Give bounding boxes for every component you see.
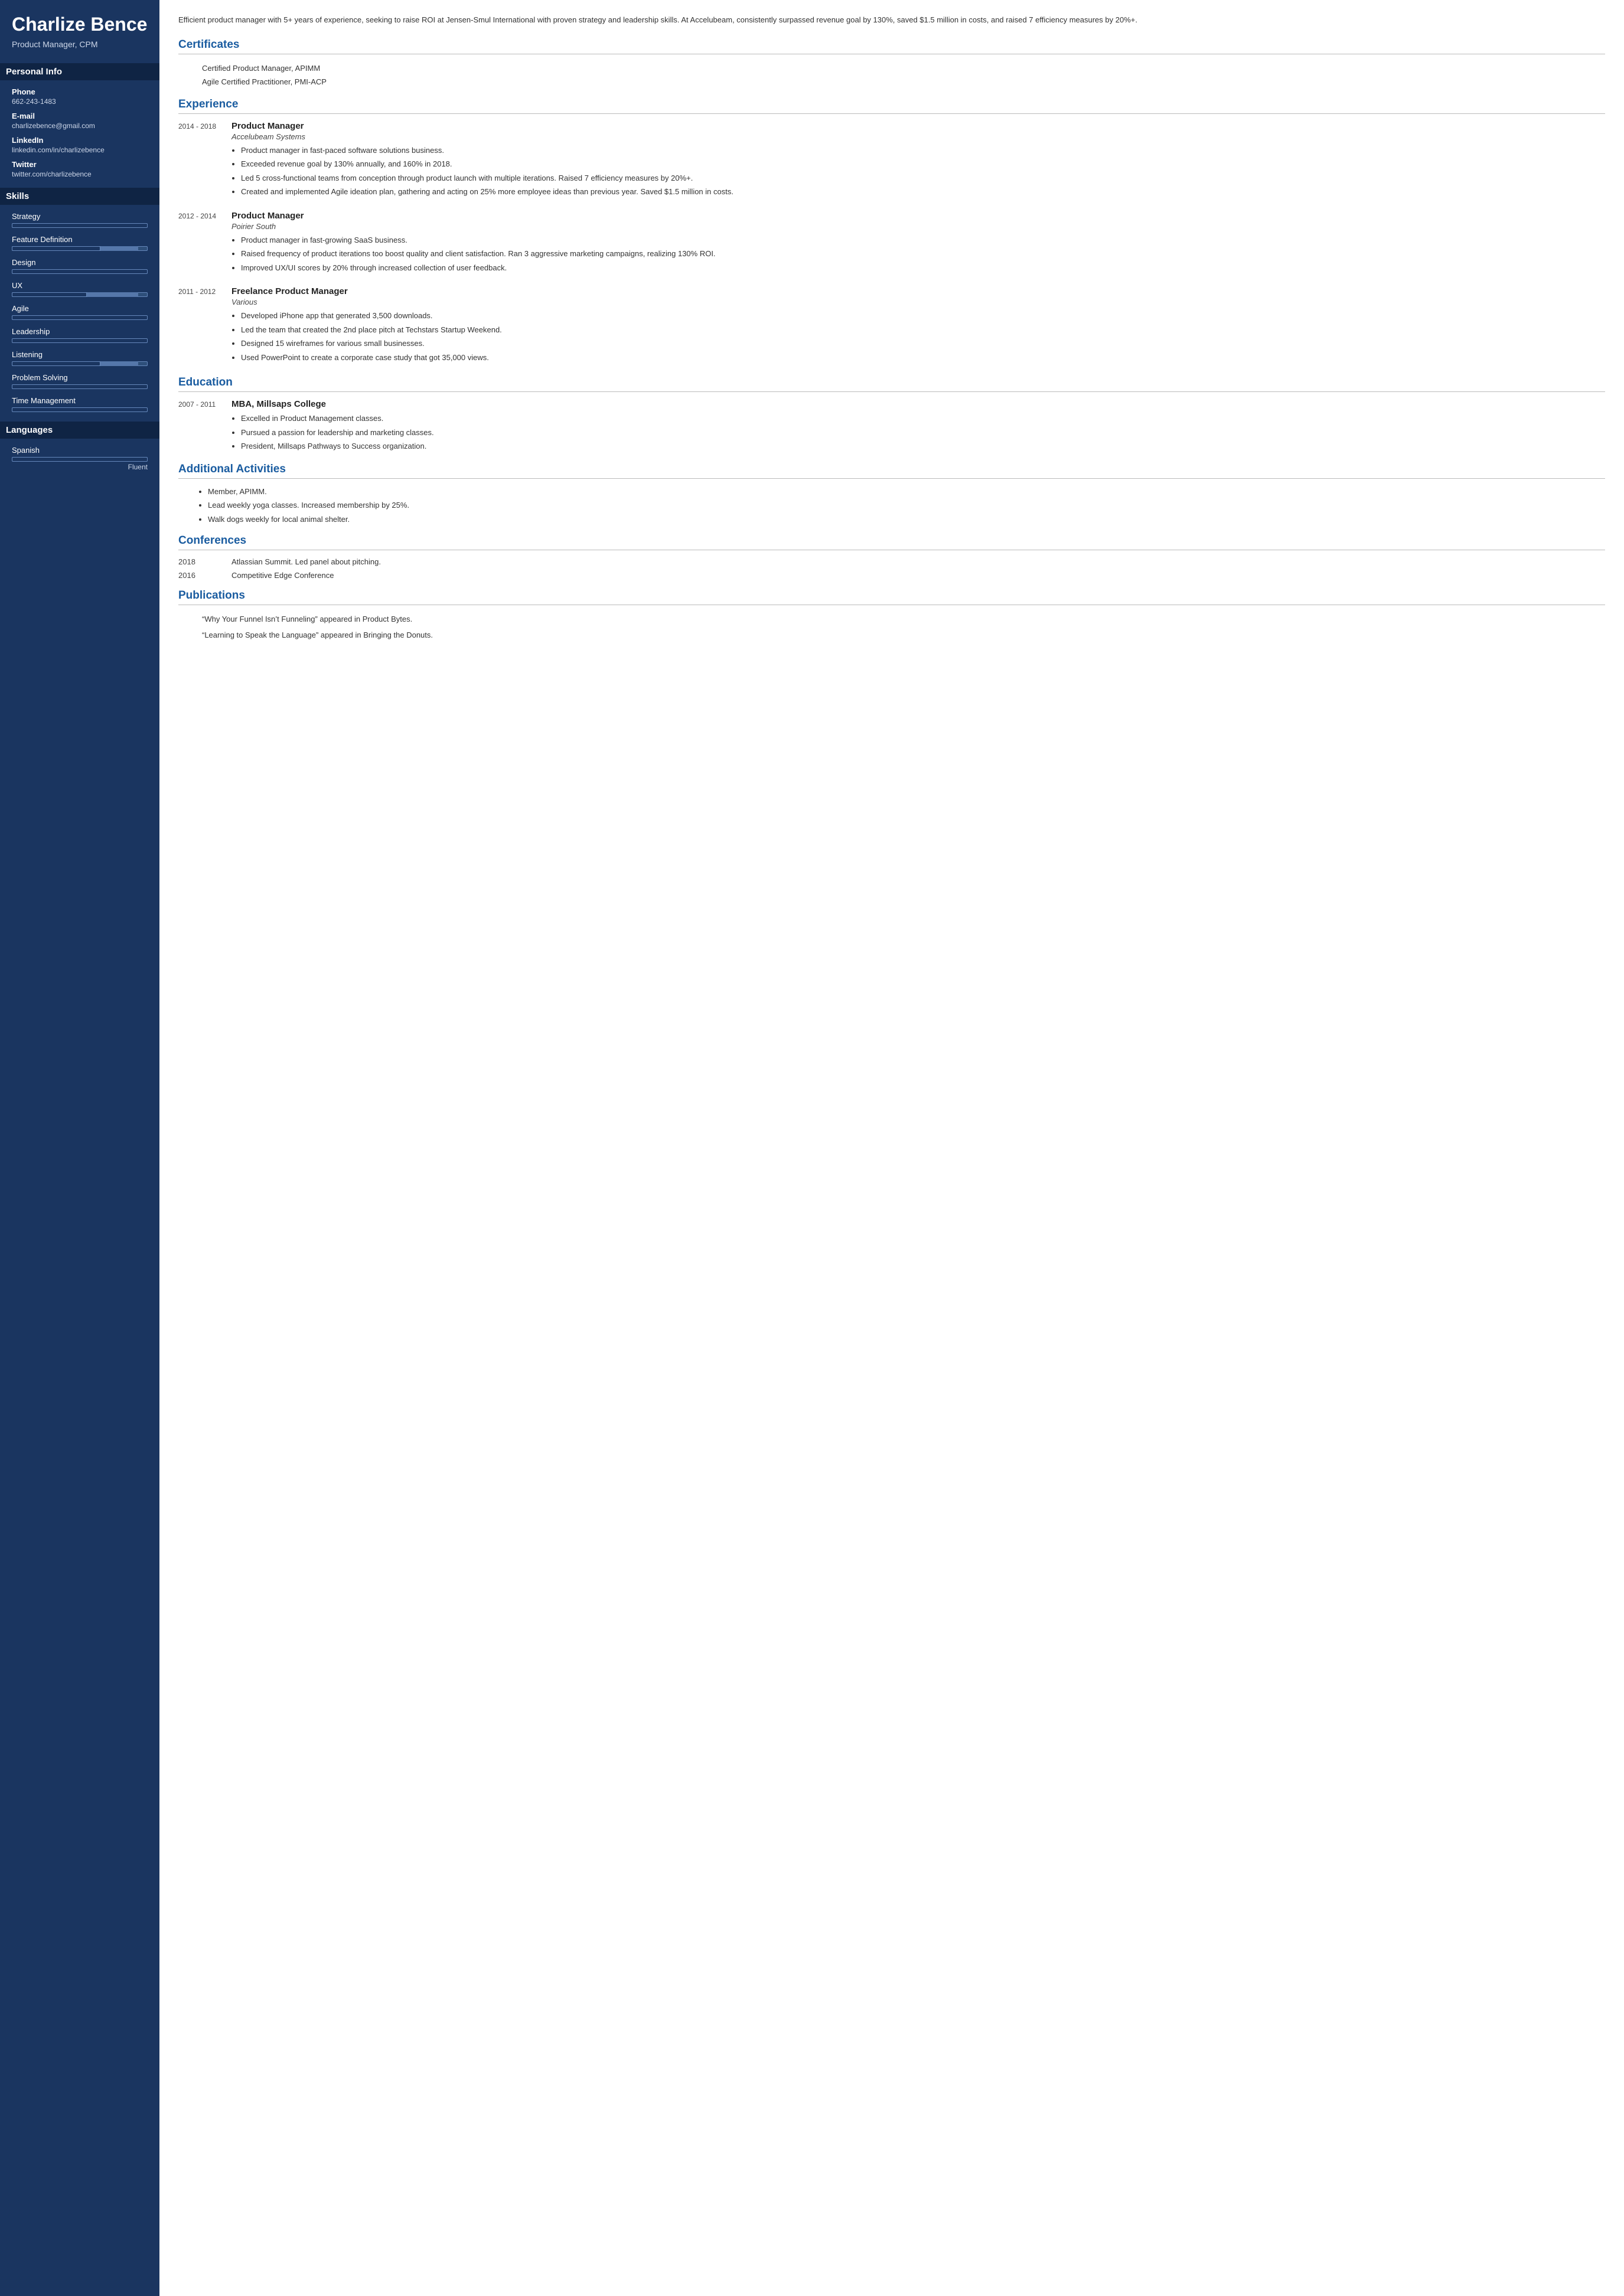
language-spanish: Spanish Fluent: [12, 446, 148, 471]
personal-info-heading: Personal Info: [0, 63, 159, 80]
exp-dates-0: 2014 - 2018: [178, 121, 231, 200]
experience-divider: [178, 113, 1605, 114]
candidate-title: Product Manager, CPM: [12, 40, 148, 49]
edu-bullet-0-2: President, Millsaps Pathways to Success …: [241, 440, 1605, 452]
cert-item-0: Certified Product Manager, APIMM: [178, 61, 1605, 75]
exp-role-2: Freelance Product Manager: [231, 286, 1605, 296]
exp-bullet-0-3: Created and implemented Agile ideation p…: [241, 186, 1605, 198]
twitter-label: Twitter: [12, 160, 148, 169]
education-item-0: 2007 - 2011 MBA, Millsaps College Excell…: [178, 399, 1605, 455]
language-spanish-level: Fluent: [12, 463, 148, 471]
experience-item-2: 2011 - 2012 Freelance Product Manager Va…: [178, 286, 1605, 365]
pub-item-0: “Why Your Funnel Isn’t Funneling” appear…: [178, 612, 1605, 626]
pub-item-1: “Learning to Speak the Language” appeare…: [178, 628, 1605, 642]
certificates-list: Certified Product Manager, APIMM Agile C…: [178, 61, 1605, 89]
phone-value: 662-243-1483: [12, 97, 148, 106]
skill-agile: Agile: [12, 304, 148, 320]
activities-list: Member, APIMM. Lead weekly yoga classes.…: [178, 486, 1605, 525]
phone-field: Phone 662-243-1483: [12, 87, 148, 106]
skill-feature-definition: Feature Definition: [12, 235, 148, 251]
sidebar: Charlize Bence Product Manager, CPM Pers…: [0, 0, 159, 2296]
conferences-heading: Conferences: [178, 534, 1605, 547]
publications-list: “Why Your Funnel Isn’t Funneling” appear…: [178, 612, 1605, 642]
email-label: E-mail: [12, 112, 148, 120]
conference-item-1: 2016 Competitive Edge Conference: [178, 571, 1605, 580]
conference-item-0: 2018 Atlassian Summit. Led panel about p…: [178, 557, 1605, 566]
cert-item-1: Agile Certified Practitioner, PMI-ACP: [178, 75, 1605, 89]
languages-list: Spanish Fluent: [12, 446, 148, 471]
exp-bullet-0-0: Product manager in fast-paced software s…: [241, 145, 1605, 156]
edu-bullet-0-1: Pursued a passion for leadership and mar…: [241, 427, 1605, 439]
exp-bullets-2: Developed iPhone app that generated 3,50…: [231, 310, 1605, 363]
skill-ux: UX: [12, 281, 148, 297]
linkedin-field: LinkedIn linkedin.com/in/charlizebence: [12, 136, 148, 154]
activity-1: Lead weekly yoga classes. Increased memb…: [208, 499, 1605, 511]
main-content: Efficient product manager with 5+ years …: [159, 0, 1624, 2296]
email-field: E-mail charlizebence@gmail.com: [12, 112, 148, 130]
skill-design: Design: [12, 258, 148, 274]
activity-0: Member, APIMM.: [208, 486, 1605, 498]
linkedin-label: LinkedIn: [12, 136, 148, 145]
exp-bullets-1: Product manager in fast-growing SaaS bus…: [231, 234, 1605, 274]
exp-bullet-1-0: Product manager in fast-growing SaaS bus…: [241, 234, 1605, 246]
certificates-heading: Certificates: [178, 38, 1605, 51]
skill-problem-solving: Problem Solving: [12, 373, 148, 389]
exp-dates-2: 2011 - 2012: [178, 286, 231, 365]
skill-listening: Listening: [12, 350, 148, 366]
activities-heading: Additional Activities: [178, 463, 1605, 476]
skill-leadership: Leadership: [12, 327, 148, 343]
exp-company-0: Accelubeam Systems: [231, 132, 1605, 141]
experience-item-0: 2014 - 2018 Product Manager Accelubeam S…: [178, 121, 1605, 200]
exp-dates-1: 2012 - 2014: [178, 211, 231, 276]
experience-heading: Experience: [178, 98, 1605, 111]
exp-role-1: Product Manager: [231, 211, 1605, 221]
skills-list: Strategy Feature Definition Design UX: [12, 212, 148, 412]
twitter-field: Twitter twitter.com/charlizebence: [12, 160, 148, 178]
skill-strategy: Strategy: [12, 212, 148, 228]
exp-bullet-2-3: Used PowerPoint to create a corporate ca…: [241, 352, 1605, 364]
conferences-list: 2018 Atlassian Summit. Led panel about p…: [178, 557, 1605, 580]
linkedin-value: linkedin.com/in/charlizebence: [12, 146, 148, 154]
skill-time-management: Time Management: [12, 396, 148, 412]
exp-bullet-1-1: Raised frequency of product iterations t…: [241, 248, 1605, 260]
exp-bullets-0: Product manager in fast-paced software s…: [231, 145, 1605, 198]
education-heading: Education: [178, 376, 1605, 389]
activities-divider: [178, 478, 1605, 479]
education-divider: [178, 391, 1605, 392]
twitter-value: twitter.com/charlizebence: [12, 170, 148, 178]
phone-label: Phone: [12, 87, 148, 96]
exp-bullet-0-2: Led 5 cross-functional teams from concep…: [241, 172, 1605, 184]
exp-role-0: Product Manager: [231, 121, 1605, 131]
candidate-name: Charlize Bence: [12, 14, 148, 35]
exp-bullet-2-0: Developed iPhone app that generated 3,50…: [241, 310, 1605, 322]
conf-year-1: 2016: [178, 571, 231, 580]
skills-heading: Skills: [0, 188, 159, 205]
experience-item-1: 2012 - 2014 Product Manager Poirier Sout…: [178, 211, 1605, 276]
email-value: charlizebence@gmail.com: [12, 122, 148, 130]
summary-text: Efficient product manager with 5+ years …: [178, 14, 1605, 27]
exp-company-1: Poirier South: [231, 222, 1605, 231]
activity-2: Walk dogs weekly for local animal shelte…: [208, 514, 1605, 525]
exp-bullet-0-1: Exceeded revenue goal by 130% annually, …: [241, 158, 1605, 170]
languages-heading: Languages: [0, 422, 159, 439]
exp-bullet-2-1: Led the team that created the 2nd place …: [241, 324, 1605, 336]
edu-bullet-0-0: Excelled in Product Management classes.: [241, 413, 1605, 424]
personal-info-fields: Phone 662-243-1483 E-mail charlizebence@…: [12, 87, 148, 178]
exp-company-2: Various: [231, 298, 1605, 306]
edu-bullets-0: Excelled in Product Management classes. …: [231, 413, 1605, 452]
conf-name-1: Competitive Edge Conference: [231, 571, 1605, 580]
exp-bullet-2-2: Designed 15 wireframes for various small…: [241, 338, 1605, 350]
edu-dates-0: 2007 - 2011: [178, 399, 231, 455]
conf-year-0: 2018: [178, 557, 231, 566]
edu-degree-0: MBA, Millsaps College: [231, 399, 1605, 409]
publications-heading: Publications: [178, 589, 1605, 602]
conf-name-0: Atlassian Summit. Led panel about pitchi…: [231, 557, 1605, 566]
exp-bullet-1-2: Improved UX/UI scores by 20% through inc…: [241, 262, 1605, 274]
